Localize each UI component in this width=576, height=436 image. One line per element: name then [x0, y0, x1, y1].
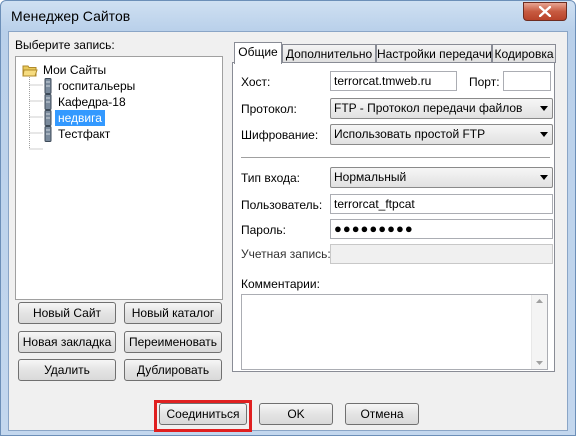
new-bookmark-button[interactable]: Новая закладка [18, 331, 116, 353]
logon-type-select[interactable]: Нормальный [330, 167, 553, 188]
tree-item-site-3[interactable]: недвига [55, 110, 105, 126]
comments-scrollbar[interactable] [531, 295, 547, 369]
tree-item-label: Мои Сайты [43, 63, 107, 77]
tab-advanced[interactable]: Дополнительно [282, 44, 376, 63]
account-label: Учетная запись: [241, 247, 331, 261]
chevron-down-icon [540, 132, 548, 137]
encryption-select[interactable]: Использовать простой FTP [330, 124, 553, 145]
general-tab-panel: Хост: terrorcat.tmweb.ru Порт: Протокол:… [232, 62, 555, 372]
select-entry-label: Выберите запись: [15, 38, 115, 52]
close-icon [539, 6, 551, 17]
site-manager-window: Менеджер Сайтов Выберите запись: Мои Сай… [0, 0, 576, 436]
protocol-value: FTP - Протокол передачи файлов [334, 101, 523, 115]
connect-highlight-frame [154, 400, 252, 432]
logon-type-value: Нормальный [334, 170, 407, 184]
section-divider [241, 157, 550, 159]
tab-transfer-settings[interactable]: Настройки передачи [376, 44, 492, 63]
encryption-label: Шифрование: [241, 128, 319, 142]
comments-textarea[interactable] [241, 294, 548, 370]
tree-item-root[interactable]: Мои Сайты [40, 62, 109, 78]
folder-open-icon [22, 65, 38, 77]
window-title: Менеджер Сайтов [11, 8, 131, 24]
tree-item-site-1[interactable]: госпитальеры [55, 78, 138, 94]
tree-item-label: Тестфакт [58, 127, 111, 141]
new-folder-button[interactable]: Новый каталог [124, 302, 222, 324]
tree-item-label: госпитальеры [58, 79, 136, 93]
delete-button[interactable]: Удалить [18, 359, 116, 381]
tab-charset[interactable]: Кодировка [492, 44, 556, 63]
tree-item-label: Кафедра-18 [58, 95, 126, 109]
host-label: Хост: [241, 75, 271, 89]
tree-item-label: недвига [58, 111, 102, 125]
user-input[interactable]: terrorcat_ftpcat [330, 194, 553, 214]
site-tree[interactable]: Мои Сайты госпитальеры Кафедра-18 недвиг… [15, 56, 223, 300]
password-mask: ●●●●●●●●● [334, 221, 414, 236]
server-icon [44, 78, 52, 94]
new-site-button[interactable]: Новый Сайт [18, 302, 116, 324]
rename-button[interactable]: Переименовать [124, 331, 222, 353]
password-input[interactable]: ●●●●●●●●● [330, 219, 553, 239]
port-label: Порт: [469, 75, 500, 89]
account-input [330, 244, 553, 264]
tree-item-site-2[interactable]: Кафедра-18 [55, 94, 129, 110]
password-label: Пароль: [241, 223, 286, 237]
host-input[interactable]: terrorcat.tmweb.ru [330, 71, 457, 91]
close-button[interactable] [523, 2, 567, 21]
dialog-client: Выберите запись: Мои Сайты госпитальеры [8, 31, 568, 431]
scroll-down-icon[interactable] [536, 361, 543, 365]
protocol-select[interactable]: FTP - Протокол передачи файлов [330, 98, 553, 119]
server-icon [44, 126, 52, 142]
cancel-button[interactable]: Отмена [345, 403, 419, 425]
ok-button[interactable]: OK [259, 403, 333, 425]
tab-general[interactable]: Общие [234, 42, 282, 64]
title-bar[interactable]: Менеджер Сайтов [1, 1, 575, 31]
duplicate-button[interactable]: Дублировать [124, 359, 222, 381]
chevron-down-icon [540, 106, 548, 111]
chevron-down-icon [540, 175, 548, 180]
port-input[interactable] [503, 71, 551, 91]
logon-type-label: Тип входа: [241, 171, 300, 185]
server-icon [44, 94, 52, 110]
server-icon [44, 110, 52, 126]
tree-item-site-4[interactable]: Тестфакт [55, 126, 113, 142]
comments-label: Комментарии: [241, 277, 320, 291]
encryption-value: Использовать простой FTP [334, 127, 486, 141]
scroll-up-icon[interactable] [536, 299, 543, 303]
protocol-label: Протокол: [241, 102, 297, 116]
user-label: Пользователь: [241, 198, 323, 212]
